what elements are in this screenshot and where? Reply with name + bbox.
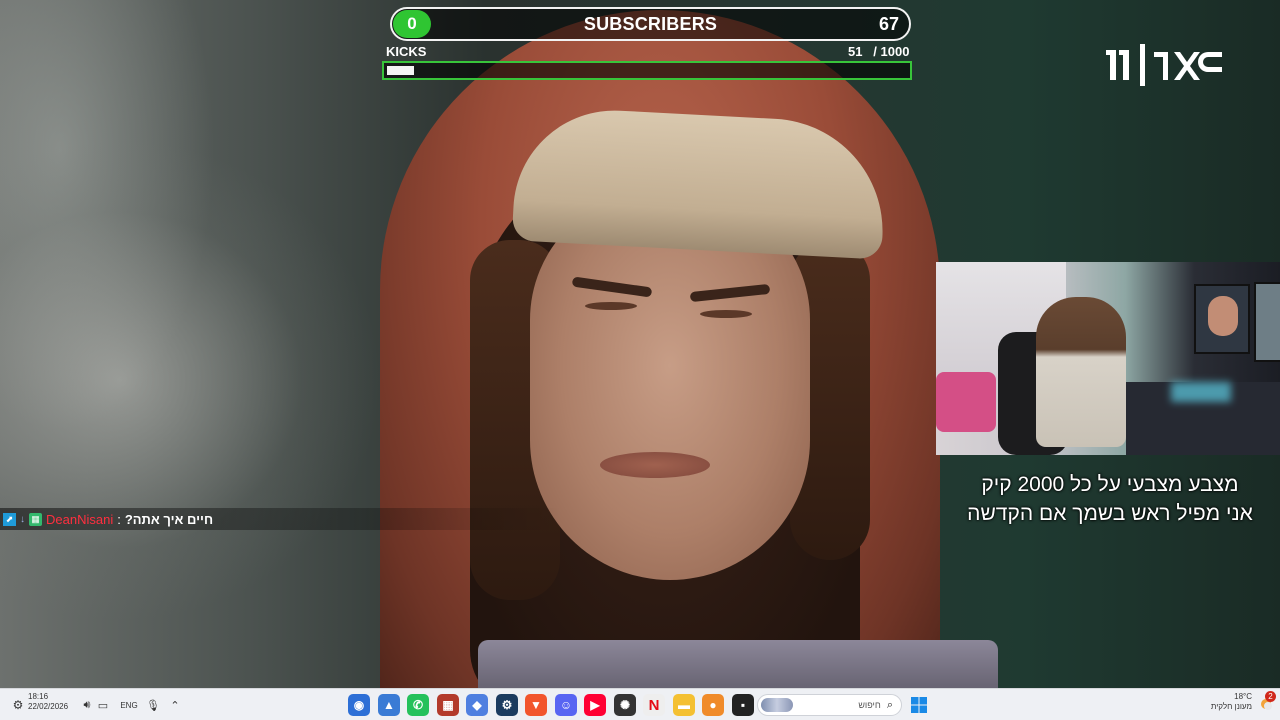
weather-widget[interactable]: 18°C מעונן חלקית [1211,692,1252,712]
kick-badge-icon: ⬈ [3,512,16,526]
terminal-icon[interactable]: ▪ [732,694,754,716]
chat-username[interactable]: DeanNisani [46,512,113,527]
webcam-caption: מצבע מצבעי על כל 2000 קיק אני מפיל ראש ב… [940,470,1280,528]
office-icon[interactable]: ▦ [437,694,459,716]
webcam-monitor-2 [1254,282,1280,362]
chrome-icon[interactable]: ◉ [348,694,370,716]
kicks-progress-bar [382,61,912,80]
phone-shape [478,640,998,688]
subscriber-goal: 67 [878,14,899,34]
arrow-badge-icon: ↓ [20,513,25,525]
windows-logo-icon [911,697,927,713]
netflix-icon[interactable]: N [643,694,665,716]
webcam-keyboard-glow [1171,382,1231,402]
kicks-label: KICKS [386,44,427,59]
settings-gear-icon[interactable]: ⚙ [10,689,26,720]
clock-time: 18:16 [28,692,49,701]
network-icon[interactable]: ▭ [96,689,110,720]
whatsapp-icon[interactable]: ✆ [407,694,429,716]
youtube-icon[interactable]: ▶ [584,694,606,716]
chevron-up-icon[interactable]: ⌃ [168,689,182,720]
webcam-overlay [936,262,1280,455]
taskbar-search[interactable]: חיפוש ⌕ [757,694,902,716]
start-button[interactable] [909,689,929,720]
language-indicator[interactable]: ENG [118,689,140,720]
subscriber-goal-bar: SUBSCRIBERS 0 67 [390,7,911,41]
subscriber-count: 0 [393,10,431,38]
search-highlight-icon [761,698,793,712]
caption-line-2: אני מפיל ראש בשמך אם הקדשה [967,502,1253,525]
microphone-icon[interactable]: 🎙︎ [146,689,160,720]
webcam-bed [936,372,996,432]
weather-temp: 18°C [1234,692,1252,701]
weather-desc: מעונן חלקית [1210,702,1252,711]
subscriber-title: SUBSCRIBERS [583,14,718,34]
taskbar: ⚙ 18:16 22/02/2026 🔊︎ ▭ ENG 🎙︎ ⌃ ◉ ▲ ✆ ▦ ◆ ⚙ ▼… [0,688,1280,720]
webcam-streamer [1036,297,1126,447]
taskbar-clock[interactable]: 18:16 22/02/2026 [28,692,68,718]
eye-right [700,310,752,318]
kan11-logo [1106,44,1222,86]
discord-icon[interactable]: ☺ [555,694,577,716]
subscriber-badge-icon: ▦ [29,512,42,526]
caption-line-1: מצבע מצבעי על כל 2000 קיק [981,473,1239,496]
chat-message-text: חיים איך אתה? [124,511,214,527]
search-icon: ⌕ [886,698,893,711]
copilot-icon[interactable]: ◆ [466,694,488,716]
notification-badge: 2 [1265,691,1276,702]
kicks-progress-fill [387,66,414,75]
notification-center[interactable]: 2 [1258,691,1276,711]
kicks-progress-text: 51 / 1000 [848,44,910,59]
photos-icon[interactable]: ▲ [378,694,400,716]
steam-icon[interactable]: ⚙ [496,694,518,716]
clock-date: 22/02/2026 [28,702,69,711]
paint-icon[interactable]: ● [702,694,724,716]
chatgpt-icon[interactable]: ✺ [614,694,636,716]
volume-icon[interactable]: 🔊︎ [80,689,94,720]
webcam-monitor [1194,284,1250,354]
search-placeholder: חיפוש [858,700,881,710]
chat-message-row: ⬈ ↓ ▦ DeanNisani : חיים איך אתה? [0,508,560,530]
brave-icon[interactable]: ▼ [525,694,547,716]
chat-separator: : [117,511,121,527]
eye-left [585,302,637,310]
mouth-shape [600,452,710,478]
file-explorer-icon[interactable]: ▬ [673,694,695,716]
